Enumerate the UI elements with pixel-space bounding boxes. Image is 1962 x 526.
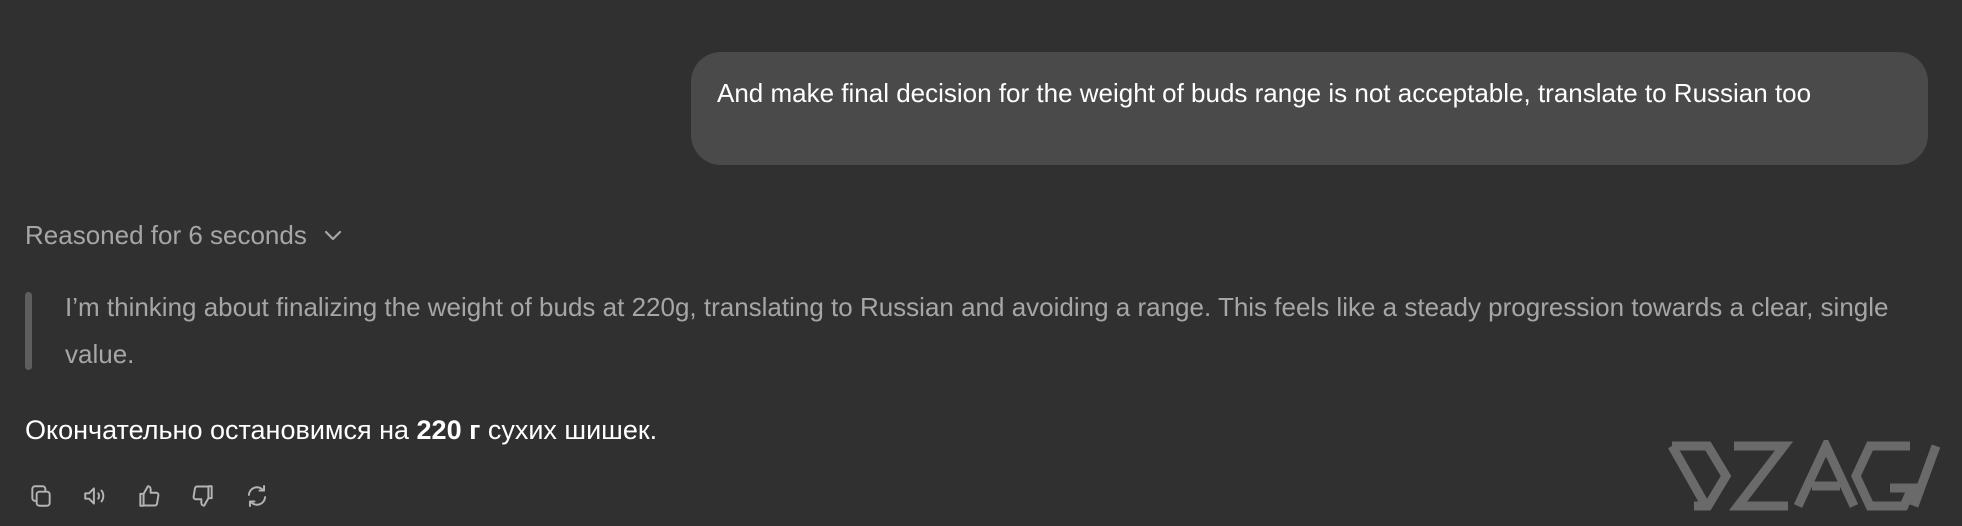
assistant-answer: Окончательно остановимся на 220 г сухих … xyxy=(25,410,657,450)
user-message-bubble: And make final decision for the weight o… xyxy=(691,52,1928,165)
copy-button[interactable] xyxy=(26,481,56,511)
thumbs-down-button[interactable] xyxy=(188,481,218,511)
reasoning-thought-text: I’m thinking about finalizing the weight… xyxy=(65,292,1889,369)
reasoning-toggle[interactable]: Reasoned for 6 seconds xyxy=(25,215,345,255)
answer-bold-value: 220 г xyxy=(416,415,481,445)
reasoning-thought-block: I’m thinking about finalizing the weight… xyxy=(25,290,1937,370)
thumbs-up-icon xyxy=(139,485,160,507)
read-aloud-button[interactable] xyxy=(80,481,110,511)
answer-text-after: сухих шишек. xyxy=(480,415,658,445)
thumbs-down-icon xyxy=(192,485,213,507)
dzagi-watermark-logo xyxy=(1668,440,1941,511)
thought-quote-bar xyxy=(25,292,32,370)
regenerate-icon xyxy=(247,485,267,507)
chevron-down-icon xyxy=(324,230,341,241)
user-message-text: And make final decision for the weight o… xyxy=(717,78,1812,108)
message-action-toolbar xyxy=(26,481,272,511)
copy-icon xyxy=(31,485,51,507)
reasoning-label: Reasoned for 6 seconds xyxy=(25,220,307,250)
read-aloud-icon xyxy=(84,487,105,505)
regenerate-button[interactable] xyxy=(242,481,272,511)
thumbs-up-button[interactable] xyxy=(134,481,164,511)
answer-text-before: Окончательно остановимся на xyxy=(25,415,417,445)
